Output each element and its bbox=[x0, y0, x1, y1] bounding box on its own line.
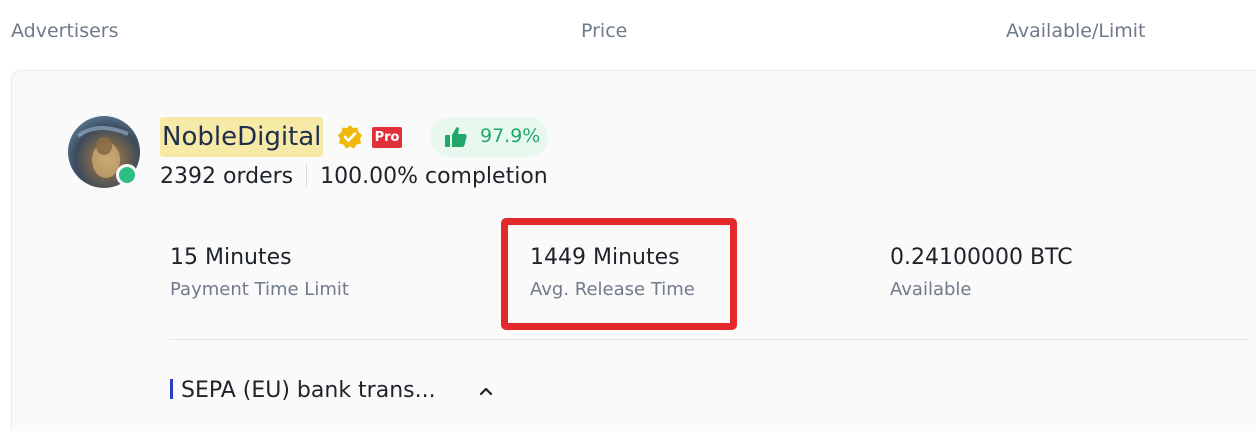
payment-method[interactable]: SEPA (EU) bank trans... bbox=[170, 378, 436, 408]
payment-time-label: Payment Time Limit bbox=[170, 279, 349, 300]
orders-summary: 2392 orders 100.00% completion bbox=[160, 164, 548, 189]
thumbs-up-icon bbox=[445, 127, 467, 147]
header-available-limit: Available/Limit bbox=[1006, 20, 1146, 42]
completion-rate: 100.00% completion bbox=[320, 164, 548, 189]
positive-rate-badge: 97.9% bbox=[430, 117, 548, 157]
separator bbox=[306, 164, 308, 186]
chevron-up-icon[interactable] bbox=[478, 385, 494, 397]
header-advertisers: Advertisers bbox=[11, 20, 119, 42]
table-header: Advertisers Price Available/Limit bbox=[0, 0, 1256, 66]
payment-time-stat: 15 Minutes Payment Time Limit bbox=[170, 245, 349, 300]
sepa-color-bar bbox=[170, 379, 173, 399]
divider bbox=[169, 339, 1249, 340]
header-price: Price bbox=[581, 20, 628, 42]
payment-time-value: 15 Minutes bbox=[170, 245, 292, 270]
order-count: 2392 orders bbox=[160, 164, 294, 189]
payment-method-label: SEPA (EU) bank trans... bbox=[181, 378, 436, 403]
pro-badge: Pro bbox=[372, 127, 402, 148]
highlight-box bbox=[501, 218, 737, 330]
advertiser-name[interactable]: NobleDigital bbox=[160, 117, 324, 157]
positive-rate-value: 97.9% bbox=[480, 125, 541, 147]
available-stat: 0.24100000 BTC Available bbox=[890, 245, 1073, 300]
available-value: 0.24100000 BTC bbox=[890, 245, 1073, 270]
verified-icon bbox=[338, 125, 362, 149]
available-label: Available bbox=[890, 279, 972, 300]
online-status-icon bbox=[116, 164, 138, 186]
